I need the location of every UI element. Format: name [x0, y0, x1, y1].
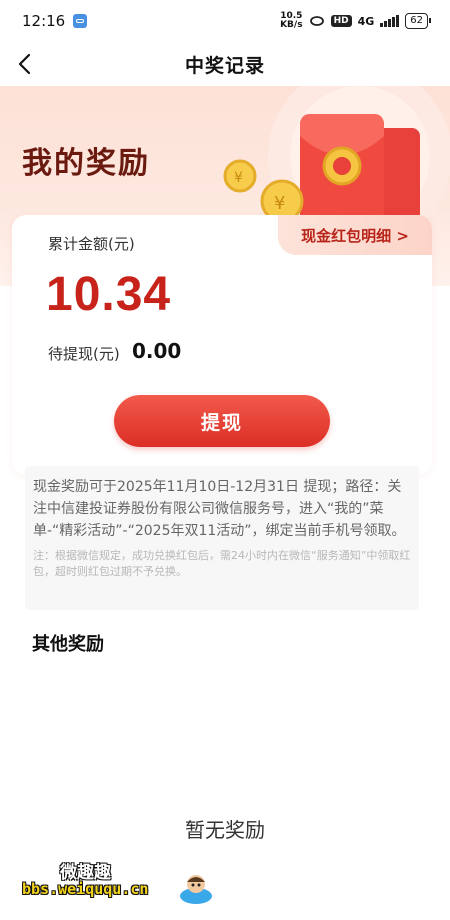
- hd-badge: HD: [330, 15, 352, 27]
- withdraw-button[interactable]: 提现: [114, 395, 330, 447]
- total-amount-value: 10.34: [46, 268, 172, 321]
- status-time: 12:16: [22, 12, 66, 30]
- cash-redpacket-detail-link[interactable]: 现金红包明细 >: [278, 215, 432, 255]
- empty-state-text: 暂无奖励: [185, 818, 265, 842]
- notice-main-text: 现金奖励可于2025年11月10日-12月31日 提现；路径：关注中信建投证券股…: [33, 479, 406, 539]
- network-type: 4G: [357, 14, 375, 28]
- hero-title: 我的奖励: [22, 146, 150, 181]
- svg-text:¥: ¥: [234, 170, 243, 186]
- watermark: 微趣趣 bbs.weiququ.cn: [22, 858, 212, 908]
- pending-withdraw-label: 待提现(元): [48, 345, 120, 363]
- withdraw-notice: 现金奖励可于2025年11月10日-12月31日 提现；路径：关注中信建投证券股…: [25, 466, 419, 610]
- nav-bar: 中奖记录: [0, 42, 450, 86]
- link-icon: [73, 14, 88, 28]
- signal-icon: [380, 15, 400, 27]
- status-right: 10.5 KB/s HD 4G 62: [280, 12, 431, 30]
- back-arrow-icon[interactable]: [14, 52, 38, 76]
- network-speed-unit: KB/s: [280, 20, 303, 30]
- battery-indicator: 62: [405, 13, 431, 29]
- rewards-card: 现金红包明细 > 累计金额(元) 10.34 待提现(元) 0.00 提现: [12, 215, 432, 475]
- total-amount-label: 累计金额(元): [48, 235, 135, 253]
- notice-footnote: 注：根据微信规定，成功兑换红包后，需24小时内在微信“服务通知”中领取红包，超时…: [33, 549, 411, 578]
- status-bar: 12:16 10.5 KB/s HD 4G 62: [0, 0, 450, 42]
- hotspot-icon: [309, 16, 324, 26]
- page-title: 中奖记录: [184, 54, 265, 77]
- mascot-icon: [180, 875, 212, 904]
- pending-withdraw-value: 0.00: [132, 339, 182, 363]
- other-rewards-title: 其他奖励: [32, 634, 104, 655]
- svg-text:¥: ¥: [274, 193, 285, 214]
- status-left: 12:16: [22, 12, 88, 30]
- watermark-url: bbs.weiququ.cn: [22, 880, 149, 898]
- network-speed: 10.5 KB/s: [280, 12, 302, 30]
